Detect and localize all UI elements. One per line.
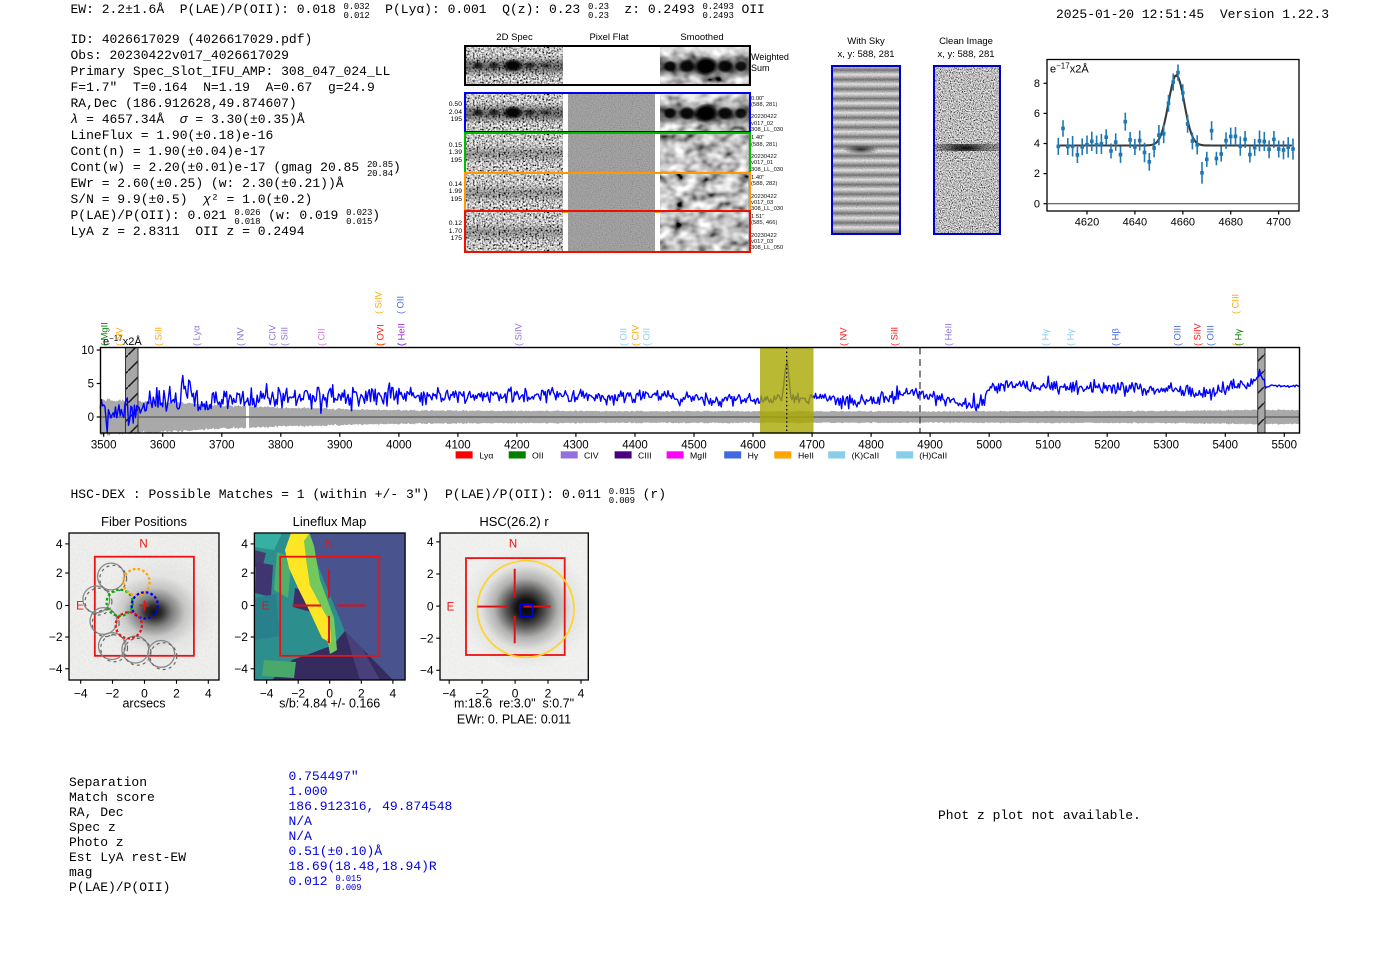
svg-text:( NV: ( NV — [839, 327, 849, 346]
svg-text:( HeII: ( HeII — [397, 323, 407, 346]
svg-text:4660: 4660 — [1171, 217, 1195, 229]
svg-text:( CIII: ( CIII — [1231, 294, 1241, 314]
svg-text:N: N — [509, 539, 517, 551]
svg-text:5200: 5200 — [1094, 439, 1120, 451]
svg-text:4640: 4640 — [1123, 217, 1147, 229]
svg-text:−4: −4 — [234, 662, 248, 676]
svg-text:2: 2 — [427, 567, 434, 581]
svg-text:( SiIV: ( SiIV — [374, 290, 384, 314]
svg-text:( HeII: ( HeII — [944, 323, 954, 346]
svg-text:Lyα: Lyα — [480, 450, 494, 460]
svg-text:( OVI: ( OVI — [376, 324, 386, 346]
svg-text:E: E — [262, 601, 270, 613]
svg-text:OII: OII — [532, 450, 544, 460]
svg-text:4000: 4000 — [386, 439, 412, 451]
svg-text:( Lyα: ( Lyα — [192, 325, 202, 346]
svg-text:( NV: ( NV — [115, 327, 125, 346]
svg-text:Hγ: Hγ — [748, 450, 759, 460]
svg-text:( OIII: ( OIII — [1206, 325, 1216, 346]
svg-text:E: E — [447, 601, 455, 613]
svg-text:( OII: ( OII — [619, 328, 629, 346]
svg-text:4: 4 — [205, 687, 212, 701]
svg-text:HeII: HeII — [798, 450, 814, 460]
svg-text:4: 4 — [56, 537, 63, 551]
svg-text:( OIII: ( OIII — [1173, 325, 1183, 346]
svg-text:( Hβ: ( Hβ — [1111, 328, 1121, 346]
svg-text:3600: 3600 — [150, 439, 176, 451]
svg-text:( CIV: ( CIV — [268, 324, 278, 346]
svg-text:0: 0 — [88, 412, 94, 424]
svg-text:3800: 3800 — [268, 439, 294, 451]
svg-text:4: 4 — [390, 687, 397, 701]
svg-text:( MgII: ( MgII — [100, 322, 110, 346]
svg-text:4100: 4100 — [445, 439, 471, 451]
svg-text:5500: 5500 — [1272, 439, 1298, 451]
svg-text:−2: −2 — [420, 631, 434, 645]
svg-text:3500: 3500 — [91, 439, 117, 451]
svg-text:( Hγ: ( Hγ — [1234, 329, 1244, 346]
svg-text:N: N — [325, 539, 333, 551]
svg-text:( SiII: ( SiII — [890, 327, 900, 346]
svg-text:−2: −2 — [49, 630, 63, 644]
svg-text:( SiII: ( SiII — [154, 327, 164, 346]
svg-text:4680: 4680 — [1219, 217, 1243, 229]
svg-text:( Hγ: ( Hγ — [1041, 329, 1051, 346]
svg-text:(H)CaII: (H)CaII — [919, 450, 947, 460]
svg-text:( CIV: ( CIV — [631, 324, 641, 346]
svg-text:m:18.6 re:3.0" s:0.7": m:18.6 re:3.0" s:0.7" — [454, 697, 574, 711]
svg-text:6: 6 — [1034, 108, 1040, 120]
svg-text:( OII: ( OII — [642, 328, 652, 346]
svg-text:4: 4 — [241, 537, 248, 551]
svg-text:−4: −4 — [420, 664, 434, 678]
svg-text:( SiIV: ( SiIV — [1193, 322, 1203, 346]
svg-text:0: 0 — [1034, 198, 1040, 210]
svg-text:0: 0 — [241, 599, 248, 613]
svg-text:5300: 5300 — [1153, 439, 1179, 451]
svg-text:CIII: CIII — [638, 450, 652, 460]
svg-text:( Hγ: ( Hγ — [1066, 329, 1076, 346]
svg-text:5100: 5100 — [1035, 439, 1061, 451]
svg-text:4200: 4200 — [504, 439, 530, 451]
svg-text:(K)CaII: (K)CaII — [852, 450, 880, 460]
svg-text:3900: 3900 — [327, 439, 353, 451]
svg-text:2: 2 — [173, 687, 180, 701]
svg-text:0: 0 — [56, 599, 63, 613]
svg-text:2: 2 — [241, 566, 248, 580]
svg-text:4: 4 — [1034, 138, 1040, 150]
svg-text:3700: 3700 — [209, 439, 235, 451]
svg-text:N: N — [139, 539, 147, 551]
svg-text:5400: 5400 — [1213, 439, 1239, 451]
svg-text:0: 0 — [427, 599, 434, 613]
svg-text:( SiII: ( SiII — [280, 327, 290, 346]
svg-text:EWr: 0. PLAE: 0.011: EWr: 0. PLAE: 0.011 — [457, 713, 571, 727]
svg-text:MgII: MgII — [690, 450, 707, 460]
svg-text:5: 5 — [88, 379, 94, 391]
svg-text:8: 8 — [1034, 78, 1040, 90]
svg-text:4700: 4700 — [1266, 217, 1290, 229]
svg-text:−2: −2 — [106, 687, 120, 701]
svg-text:−4: −4 — [49, 662, 63, 676]
svg-text:s/b: 4.84 +/- 0.166: s/b: 4.84 +/- 0.166 — [279, 697, 380, 711]
svg-text:2: 2 — [1034, 168, 1040, 180]
svg-text:4: 4 — [427, 535, 434, 549]
svg-text:( SiIV: ( SiIV — [514, 322, 524, 346]
svg-text:( NV: ( NV — [236, 327, 246, 346]
svg-text:( OII: ( OII — [396, 296, 406, 314]
svg-text:CIV: CIV — [584, 450, 599, 460]
svg-text:arcsecs: arcsecs — [122, 697, 165, 711]
svg-text:2: 2 — [56, 566, 63, 580]
svg-text:5000: 5000 — [976, 439, 1002, 451]
svg-text:10: 10 — [81, 345, 94, 357]
svg-text:−4: −4 — [74, 687, 88, 701]
svg-text:( CII: ( CII — [317, 328, 327, 346]
svg-text:4620: 4620 — [1075, 217, 1099, 229]
svg-text:−2: −2 — [234, 630, 248, 644]
svg-text:4: 4 — [578, 687, 585, 701]
svg-text:−4: −4 — [260, 687, 274, 701]
svg-text:e−17x2Å: e−17x2Å — [1050, 62, 1089, 76]
